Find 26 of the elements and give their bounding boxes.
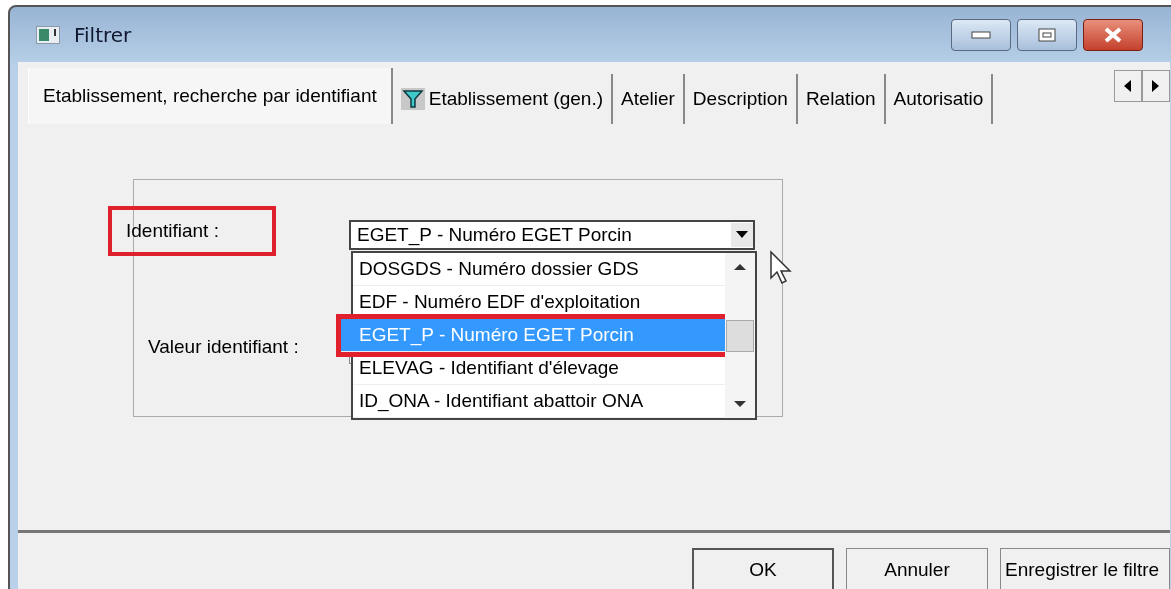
dialog-button[interactable]: Annuler bbox=[846, 548, 988, 589]
dialog-button[interactable]: OK bbox=[692, 548, 834, 589]
scroll-up-icon bbox=[734, 263, 746, 271]
left-arrow-icon bbox=[1124, 80, 1132, 92]
dropdown-option[interactable]: DOSGDS - Numéro dossier GDS bbox=[353, 253, 725, 286]
tab[interactable]: Etablissement, recherche par identifiant bbox=[28, 68, 393, 124]
scrollbar[interactable] bbox=[725, 253, 755, 418]
dropdown-option[interactable]: ID_ONA - Identifiant abattoir ONA bbox=[353, 385, 725, 418]
maximize-button[interactable] bbox=[1017, 18, 1077, 51]
close-icon bbox=[1103, 26, 1123, 43]
dialog-button[interactable]: Enregistrer le filtre bbox=[1000, 548, 1170, 589]
dropdown-option[interactable]: ELEVAG - Identifiant d'élevage bbox=[353, 352, 725, 385]
maximize-icon bbox=[1038, 27, 1056, 42]
close-button[interactable] bbox=[1083, 18, 1143, 51]
right-arrow-icon bbox=[1152, 80, 1160, 92]
scrollbar-thumb[interactable] bbox=[726, 319, 754, 352]
tab-scroll-right-button[interactable] bbox=[1142, 70, 1170, 102]
minimize-button[interactable] bbox=[951, 18, 1011, 51]
minimize-icon bbox=[971, 30, 991, 39]
tab-scroll-left-button[interactable] bbox=[1114, 70, 1142, 102]
window-icon bbox=[36, 25, 60, 44]
scroll-down-icon bbox=[734, 400, 746, 408]
identifiant-dropdown[interactable]: EGET_P - Numéro EGET Porcin bbox=[349, 220, 755, 250]
mouse-pointer-icon bbox=[769, 250, 795, 286]
valeur-label: Valeur identifiant : bbox=[147, 336, 300, 358]
window-title: Filtrer bbox=[74, 22, 132, 47]
